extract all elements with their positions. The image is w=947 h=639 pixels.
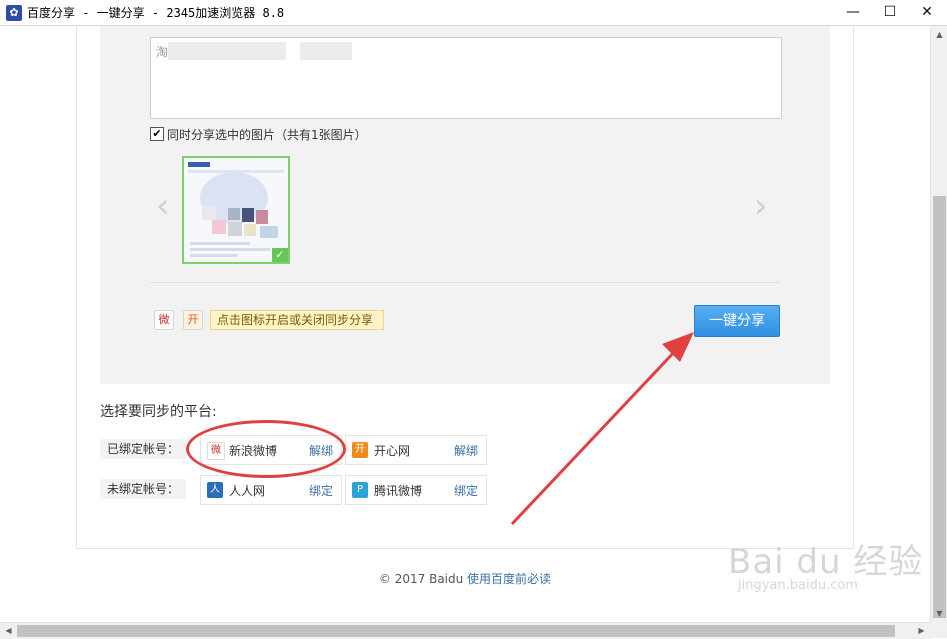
window-title: 百度分享 - 一键分享 - 2345加速浏览器 8.8	[27, 6, 285, 20]
horizontal-scroll-thumb[interactable]	[17, 625, 895, 637]
baidu-paw-icon: ✿	[6, 5, 22, 21]
scrollbar-corner	[930, 622, 947, 638]
scroll-up-icon[interactable]: ▲	[931, 26, 947, 43]
scroll-left-icon[interactable]: ◀	[0, 623, 17, 639]
close-button[interactable]: ✕	[907, 0, 947, 25]
maximize-button[interactable]: ☐	[870, 0, 910, 25]
window-titlebar: ✿ 百度分享 - 一键分享 - 2345加速浏览器 8.8 — ☐ ✕	[0, 0, 947, 26]
horizontal-scrollbar[interactable]: ◀ ▶	[0, 622, 930, 639]
minimize-button[interactable]: —	[833, 0, 873, 25]
vertical-scrollbar[interactable]: ▲ ▼	[930, 26, 947, 622]
page-viewport: 淘 度经验 ✔同时分享选中的图片（共有1张图片） ‹ ›	[0, 26, 930, 622]
vertical-scroll-thumb[interactable]	[933, 196, 946, 618]
scroll-down-icon[interactable]: ▼	[931, 605, 947, 622]
annotation-arrow	[510, 332, 694, 526]
scroll-right-icon[interactable]: ▶	[913, 623, 930, 639]
